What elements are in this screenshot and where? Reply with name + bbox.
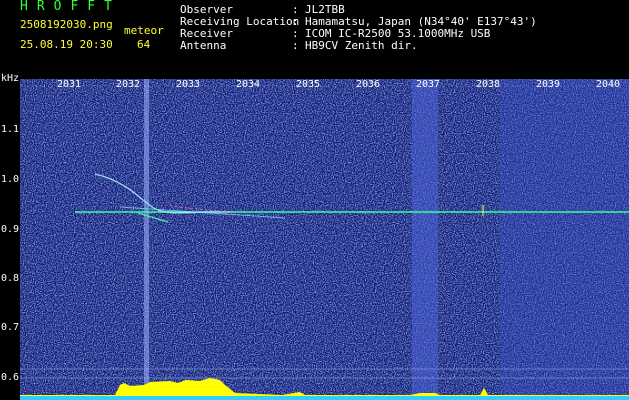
noise-band — [500, 79, 629, 400]
x-tick-label: 2034 — [236, 79, 261, 90]
x-tick-label: 2040 — [596, 79, 621, 90]
noise-band — [412, 79, 438, 400]
y-tick-label: 1.1 — [1, 124, 20, 135]
level-meter-base — [20, 396, 629, 400]
x-tick-label: 2032 — [116, 79, 141, 90]
meteor-count: 64 — [137, 38, 151, 51]
spectrogram-plot — [20, 79, 629, 400]
spectrogram-canvas — [20, 79, 629, 400]
y-tick-label: 0.8 — [1, 273, 20, 284]
antenna-label: Antenna — [180, 39, 227, 52]
x-tick-label: 2036 — [356, 79, 381, 90]
y-unit-label: kHz — [1, 73, 20, 84]
x-tick-label: 2037 — [416, 79, 441, 90]
y-tick-label: 0.6 — [1, 372, 20, 383]
antenna-value: HB9CV Zenith dir. — [305, 39, 418, 52]
x-tick-label: 2038 — [476, 79, 501, 90]
file-name: 2508192030.png — [20, 18, 113, 31]
x-tick-label: 2035 — [296, 79, 321, 90]
hrofft-window: HROFFT 2508192030.png meteor 25.08.19 20… — [0, 0, 629, 400]
y-tick-label: 0.7 — [1, 322, 20, 333]
app-brand: HROFFT — [20, 0, 121, 14]
date-time: 25.08.19 20:30 — [20, 38, 113, 51]
noise-band — [144, 79, 149, 400]
x-tick-label: 2031 — [57, 79, 82, 90]
event-type: meteor — [124, 24, 164, 37]
x-tick-label: 2039 — [536, 79, 561, 90]
x-tick-label: 2033 — [176, 79, 201, 90]
y-tick-label: 0.9 — [1, 224, 20, 235]
y-tick-label: 1.0 — [1, 174, 20, 185]
antenna-colon: : — [292, 39, 299, 52]
